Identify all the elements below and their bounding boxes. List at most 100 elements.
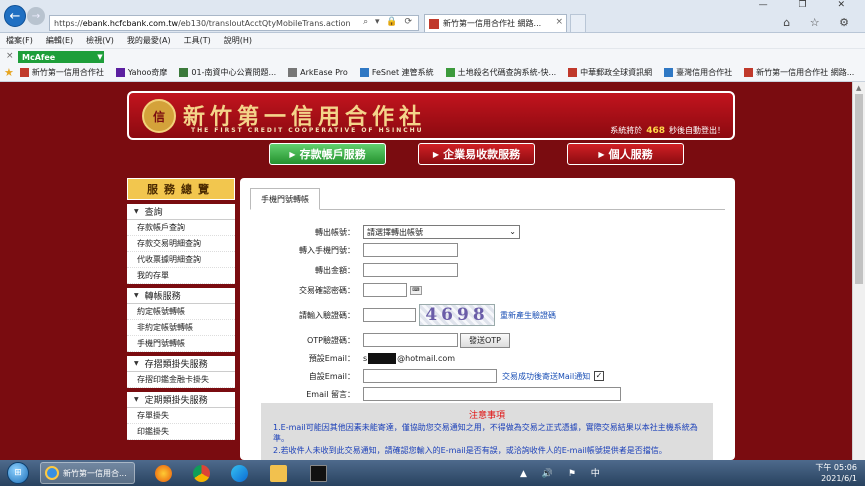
tab-mobile-transfer[interactable]: 手機門號轉帳 bbox=[250, 188, 320, 210]
default-email-label: 預設Email： bbox=[308, 353, 355, 363]
edge-icon bbox=[230, 464, 248, 482]
chevron-down-icon[interactable]: ▼ bbox=[96, 51, 104, 63]
favorite-link[interactable]: 土地殺名代碼查詢系統-快... bbox=[445, 67, 556, 78]
sidebar-group-head[interactable]: ▼ 存摺類掛失服務 bbox=[127, 356, 235, 372]
browser-tab[interactable]: 新竹第一信用合作社 網路... × bbox=[424, 14, 567, 32]
scroll-up-icon[interactable]: ▲ bbox=[856, 84, 861, 92]
sidebar-item-certificate-loss[interactable]: 存單掛失 bbox=[127, 408, 235, 424]
personal-service-button[interactable]: ▶ 個人服務 bbox=[567, 143, 684, 165]
sidebar-item-account-inquiry[interactable]: 存款帳戶查詢 bbox=[127, 220, 235, 236]
address-bar-icons[interactable]: ⌕ ▾ 🔒 ⟳ bbox=[363, 17, 414, 27]
new-tab-button[interactable] bbox=[570, 14, 586, 32]
site-icon bbox=[359, 68, 369, 77]
from-account-select[interactable]: 請選擇轉出帳號 ⌄ bbox=[363, 225, 520, 239]
sidebar-item-designated-transfer[interactable]: 約定帳號轉帳 bbox=[127, 304, 235, 320]
favorite-link[interactable]: 01-南資中心公賣問題... bbox=[179, 67, 276, 78]
site-icon bbox=[445, 68, 455, 77]
forward-button[interactable]: → bbox=[27, 7, 45, 25]
system-tray[interactable]: ▲ 🔊 ⚑ 中 bbox=[520, 466, 606, 479]
address-bar[interactable]: https://ebank.hcfcbank.com.tw/eb130/tran… bbox=[49, 15, 419, 31]
taskbar-ie-window[interactable]: 新竹第一信用合... bbox=[40, 462, 135, 484]
sidebar-group-head[interactable]: ▼ 查詢 bbox=[127, 204, 235, 220]
triangle-down-icon: ▼ bbox=[134, 292, 139, 299]
taskbar-clock[interactable]: 下午 05:06 2021/6/1 bbox=[815, 462, 857, 484]
mail-notify-checkbox[interactable]: ✓ bbox=[594, 371, 604, 381]
chrome-icon bbox=[192, 464, 210, 482]
sidebar-group-time-deposit-loss: ▼ 定期類掛失服務 存單掛失 印鑑掛失 bbox=[127, 392, 235, 440]
deposit-account-service-button[interactable]: ▶ 存款帳戶服務 bbox=[269, 143, 386, 165]
send-otp-button[interactable]: 發送OTP bbox=[460, 332, 510, 348]
mcafee-logo[interactable]: McAfee bbox=[18, 51, 102, 63]
menu-file[interactable]: 檔案(F) bbox=[6, 35, 33, 46]
play-arrow-icon: ▶ bbox=[432, 149, 440, 159]
menu-view[interactable]: 檢視(V) bbox=[86, 35, 114, 46]
virtual-keyboard-icon[interactable]: ⌨ bbox=[410, 285, 422, 295]
page-scrollbar[interactable]: ▲ bbox=[852, 82, 865, 460]
amount-input[interactable] bbox=[363, 263, 458, 277]
email-message-input[interactable] bbox=[363, 387, 621, 401]
triangle-down-icon: ▼ bbox=[134, 396, 139, 403]
home-favorites-settings-icons[interactable]: ⌂ ☆ ⚙ bbox=[783, 16, 857, 29]
sidebar-item-nondesignated-transfer[interactable]: 非約定帳號轉帳 bbox=[127, 320, 235, 336]
menu-help[interactable]: 說明(H) bbox=[224, 35, 252, 46]
sidebar-item-passbook-card-loss[interactable]: 存摺印鑑金融卡掛失 bbox=[127, 372, 235, 388]
default-email-row: 預設Email： s @hotmail.com bbox=[240, 350, 735, 366]
custom-email-label: 自設Email： bbox=[308, 371, 355, 381]
taskbar-edge[interactable] bbox=[222, 462, 256, 484]
window-controls[interactable]: — ❐ ✕ bbox=[759, 0, 859, 10]
taskbar-firefox[interactable] bbox=[146, 462, 180, 484]
captcha-input[interactable] bbox=[363, 308, 416, 322]
bank-name-english: THE FIRST CREDIT COOPERATIVE OF HSINCHU bbox=[191, 127, 424, 134]
star-icon[interactable]: ★ bbox=[4, 66, 14, 79]
sidebar-item-bill-detail[interactable]: 代收票據明細查詢 bbox=[127, 252, 235, 268]
start-button[interactable]: ⊞ bbox=[7, 462, 29, 484]
favorite-link[interactable]: 新竹第一信用合作社 網路... bbox=[744, 67, 854, 78]
menu-edit[interactable]: 編輯(E) bbox=[46, 35, 73, 46]
sidebar-title: 服務總覽 bbox=[127, 178, 235, 200]
bank-banner: 信 新竹第一信用合作社 THE FIRST CREDIT COOPERATIVE… bbox=[127, 91, 735, 140]
url-host: ebank.hcfcbank.com.tw bbox=[82, 18, 179, 28]
logout-countdown: 系統將於 468 秒後自動登出！ bbox=[610, 126, 725, 136]
password-row: 交易確認密碼： ⌨ bbox=[240, 282, 735, 298]
phone-label: 轉入手機門號： bbox=[299, 245, 355, 255]
taskbar-explorer[interactable] bbox=[261, 462, 295, 484]
sidebar-group-passbook-loss: ▼ 存摺類掛失服務 存摺印鑑金融卡掛失 bbox=[127, 356, 235, 388]
close-icon[interactable]: × bbox=[6, 51, 14, 61]
favorite-link[interactable]: 中華郵政全球資訊網 bbox=[568, 67, 652, 78]
bank-page: 信 新竹第一信用合作社 THE FIRST CREDIT COOPERATIVE… bbox=[0, 82, 852, 460]
favorites-bar: ★ 新竹第一信用合作社 Yahoo奇摩 01-南資中心公賣問題... ArkEa… bbox=[0, 64, 865, 82]
bank-logo-icon: 信 bbox=[142, 99, 176, 133]
sidebar-item-seal-loss[interactable]: 印鑑掛失 bbox=[127, 424, 235, 440]
password-input[interactable] bbox=[363, 283, 407, 297]
chevron-down-icon: ⌄ bbox=[509, 227, 516, 236]
clock-date: 2021/6/1 bbox=[821, 474, 857, 483]
captcha-image: 4698 bbox=[419, 304, 495, 326]
sidebar-item-mobile-transfer[interactable]: 手機門號轉帳 bbox=[127, 336, 235, 352]
favorite-link[interactable]: 臺灣信用合作社 bbox=[664, 67, 732, 78]
menu-tools[interactable]: 工具(T) bbox=[184, 35, 211, 46]
sidebar-item-transaction-detail[interactable]: 存款交易明細查詢 bbox=[127, 236, 235, 252]
sidebar-group-head[interactable]: ▼ 定期類掛失服務 bbox=[127, 392, 235, 408]
refresh-captcha-link[interactable]: 重新產生驗證碼 bbox=[500, 310, 556, 321]
redacted-block bbox=[368, 352, 397, 364]
sidebar-item-my-deposits[interactable]: 我的存單 bbox=[127, 268, 235, 284]
favorite-link[interactable]: 新竹第一信用合作社 bbox=[19, 67, 104, 78]
sidebar-group-transfer: ▼ 轉帳服務 約定帳號轉帳 非約定帳號轉帳 手機門號轉帳 bbox=[127, 288, 235, 352]
close-tab-icon[interactable]: × bbox=[555, 17, 563, 27]
taskbar-chrome[interactable] bbox=[184, 462, 218, 484]
sidebar-group-head[interactable]: ▼ 轉帳服務 bbox=[127, 288, 235, 304]
otp-input[interactable] bbox=[363, 333, 458, 347]
notice-title: 注意事項 bbox=[468, 411, 505, 421]
menu-favorites[interactable]: 我的最愛(A) bbox=[127, 35, 171, 46]
default-email-value: s @hotmail.com bbox=[363, 352, 456, 364]
favorite-link[interactable]: ArkEase Pro bbox=[288, 68, 348, 77]
mcafee-label: McAfee bbox=[22, 52, 56, 62]
back-button[interactable]: ← bbox=[4, 5, 26, 27]
custom-email-input[interactable] bbox=[363, 369, 497, 383]
taskbar-console[interactable] bbox=[301, 462, 335, 484]
favorite-link[interactable]: FeSnet 連管系統 bbox=[359, 67, 434, 78]
scroll-thumb[interactable] bbox=[855, 94, 863, 284]
phone-input[interactable] bbox=[363, 243, 458, 257]
favorite-link[interactable]: Yahoo奇摩 bbox=[115, 67, 167, 78]
enterprise-collection-service-button[interactable]: ▶ 企業易收款服務 bbox=[418, 143, 535, 165]
